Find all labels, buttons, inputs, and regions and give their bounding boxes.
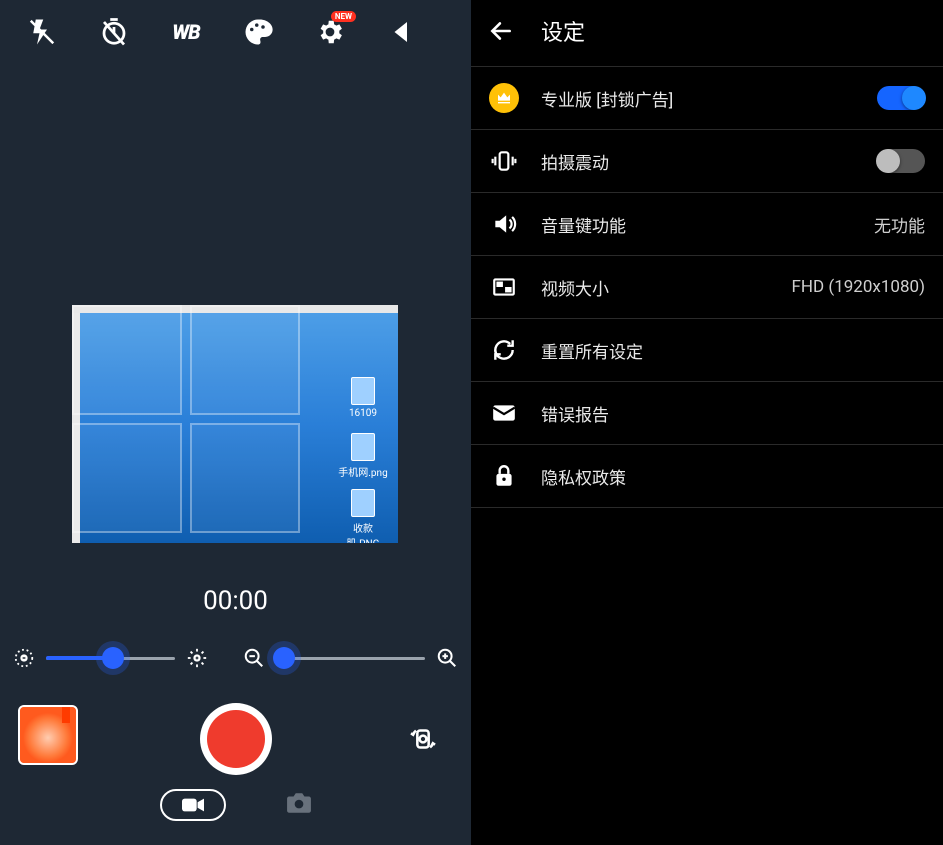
- vibrate-icon: [489, 146, 519, 176]
- video-mode-tab[interactable]: [160, 789, 226, 821]
- desktop-icon: 收款肌.PNG: [338, 489, 388, 543]
- settings-item-privacy[interactable]: 隐私权政策: [471, 445, 943, 508]
- sliders-row: [10, 644, 461, 672]
- photo-mode-tab[interactable]: [286, 792, 312, 818]
- settings-item-vibrate[interactable]: 拍摄震动: [471, 130, 943, 193]
- desktop-icon: 手机网.png: [338, 433, 388, 479]
- flash-off-icon[interactable]: [24, 14, 60, 50]
- zoom-slider[interactable]: [276, 645, 425, 671]
- mode-row: [0, 789, 471, 821]
- desktop-icon: 16109: [338, 377, 388, 419]
- white-balance-icon[interactable]: WB: [168, 14, 204, 50]
- mail-icon: [489, 398, 519, 428]
- camera-preview[interactable]: 16109 手机网.png 收款肌.PNG: [72, 305, 398, 543]
- collapse-left-icon[interactable]: [384, 14, 420, 50]
- recording-timer: 00:00: [0, 586, 471, 616]
- timer-off-icon[interactable]: [96, 14, 132, 50]
- settings-title: 设定: [541, 15, 585, 47]
- zoom-in-icon[interactable]: [433, 644, 461, 672]
- settings-header: 设定: [471, 0, 943, 62]
- brightness-up-icon[interactable]: [183, 644, 211, 672]
- toggle-pro[interactable]: [877, 86, 925, 110]
- switch-camera-icon[interactable]: [403, 719, 443, 759]
- lock-icon: [489, 461, 519, 491]
- toggle-vibrate[interactable]: [877, 149, 925, 173]
- settings-item-pro[interactable]: 专业版 [封锁广告]: [471, 66, 943, 130]
- settings-item-bug-report[interactable]: 错误报告: [471, 382, 943, 445]
- brightness-down-icon[interactable]: [10, 644, 38, 672]
- record-button[interactable]: [200, 703, 272, 775]
- gallery-thumbnail[interactable]: [18, 705, 78, 765]
- camera-topbar: WB NEW: [0, 0, 471, 64]
- crown-icon: [489, 83, 519, 113]
- color-palette-icon[interactable]: [240, 14, 276, 50]
- settings-item-volume-key[interactable]: 音量键功能 无功能: [471, 193, 943, 256]
- new-badge: NEW: [331, 11, 356, 22]
- settings-panel: 设定 专业版 [封锁广告] 拍摄震动 音量键功能 无功能: [471, 0, 943, 845]
- zoom-out-icon[interactable]: [241, 644, 269, 672]
- settings-item-video-size[interactable]: 视频大小 FHD (1920x1080): [471, 256, 943, 319]
- aspect-ratio-icon: [489, 272, 519, 302]
- volume-icon: [489, 209, 519, 239]
- back-button[interactable]: [483, 13, 519, 49]
- settings-item-reset[interactable]: 重置所有设定: [471, 319, 943, 382]
- settings-icon[interactable]: NEW: [312, 14, 348, 50]
- video-size-value: FHD (1920x1080): [791, 277, 925, 297]
- brightness-slider[interactable]: [46, 645, 175, 671]
- settings-list: 专业版 [封锁广告] 拍摄震动 音量键功能 无功能 视频大小 FHD (1920…: [471, 66, 943, 508]
- reset-icon: [489, 335, 519, 365]
- volume-key-value: 无功能: [874, 212, 925, 237]
- camera-panel: WB NEW 16109 手机网.png 收款肌.PNG 00:00: [0, 0, 471, 845]
